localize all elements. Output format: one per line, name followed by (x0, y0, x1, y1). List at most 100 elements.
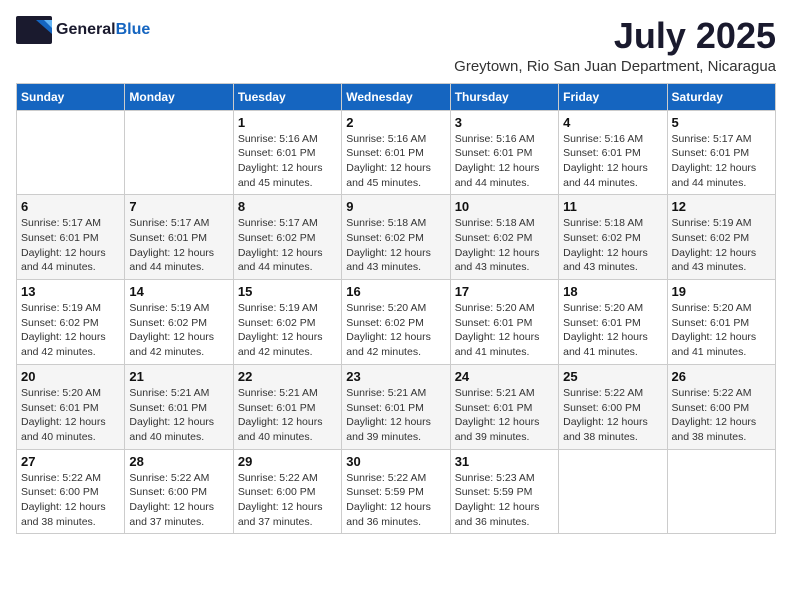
day-info: Sunrise: 5:22 AMSunset: 6:00 PMDaylight:… (563, 386, 662, 445)
day-info: Sunrise: 5:19 AMSunset: 6:02 PMDaylight:… (672, 216, 771, 275)
logo: GeneralBlue (16, 16, 150, 44)
calendar-day-cell (559, 449, 667, 534)
calendar-day-cell: 27Sunrise: 5:22 AMSunset: 6:00 PMDayligh… (17, 449, 125, 534)
day-number: 24 (455, 369, 554, 384)
calendar-day-cell: 30 Sunrise: 5:22 AMSunset: 5:59 PMDayligh… (342, 449, 450, 534)
logo-icon (16, 16, 52, 44)
calendar-day-cell: 17 Sunrise: 5:20 AMSunset: 6:01 PMDayligh… (450, 280, 558, 365)
calendar-day-cell (667, 449, 775, 534)
day-number: 7 (129, 199, 228, 214)
calendar-day-cell: 2 Sunrise: 5:16 AMSunset: 6:01 PMDaylight… (342, 110, 450, 195)
calendar-week-row: 20Sunrise: 5:20 AMSunset: 6:01 PMDayligh… (17, 364, 776, 449)
day-number: 2 (346, 115, 445, 130)
day-number: 9 (346, 199, 445, 214)
day-info: Sunrise: 5:20 AMSunset: 6:01 PMDaylight:… (672, 301, 771, 360)
day-info: Sunrise: 5:17 AMSunset: 6:02 PMDaylight:… (238, 216, 337, 275)
calendar-body: 1 Sunrise: 5:16 AMSunset: 6:01 PMDaylight… (17, 110, 776, 534)
day-number: 23 (346, 369, 445, 384)
day-info: Sunrise: 5:17 AMSunset: 6:01 PMDaylight:… (129, 216, 228, 275)
calendar-table: SundayMondayTuesdayWednesdayThursdayFrid… (16, 83, 776, 535)
calendar-day-cell: 23 Sunrise: 5:21 AMSunset: 6:01 PMDayligh… (342, 364, 450, 449)
calendar-day-cell: 20Sunrise: 5:20 AMSunset: 6:01 PMDayligh… (17, 364, 125, 449)
calendar-day-cell: 24 Sunrise: 5:21 AMSunset: 6:01 PMDayligh… (450, 364, 558, 449)
calendar-week-row: 6Sunrise: 5:17 AMSunset: 6:01 PMDaylight… (17, 195, 776, 280)
day-number: 26 (672, 369, 771, 384)
day-number: 20 (21, 369, 120, 384)
day-number: 16 (346, 284, 445, 299)
logo-general: General (56, 21, 116, 38)
day-info: Sunrise: 5:19 AMSunset: 6:02 PMDaylight:… (238, 301, 337, 360)
day-number: 22 (238, 369, 337, 384)
calendar-day-cell (125, 110, 233, 195)
day-number: 4 (563, 115, 662, 130)
day-number: 3 (455, 115, 554, 130)
calendar-day-cell: 9 Sunrise: 5:18 AMSunset: 6:02 PMDaylight… (342, 195, 450, 280)
calendar-day-cell: 4 Sunrise: 5:16 AMSunset: 6:01 PMDaylight… (559, 110, 667, 195)
day-number: 15 (238, 284, 337, 299)
day-number: 14 (129, 284, 228, 299)
day-info: Sunrise: 5:21 AMSunset: 6:01 PMDaylight:… (346, 386, 445, 445)
day-info: Sunrise: 5:16 AMSunset: 6:01 PMDaylight:… (346, 132, 445, 191)
calendar-day-cell: 22 Sunrise: 5:21 AMSunset: 6:01 PMDayligh… (233, 364, 341, 449)
day-info: Sunrise: 5:20 AMSunset: 6:01 PMDaylight:… (455, 301, 554, 360)
day-info: Sunrise: 5:22 AMSunset: 6:00 PMDaylight:… (238, 471, 337, 530)
day-number: 31 (455, 454, 554, 469)
calendar-day-cell: 10Sunrise: 5:18 AMSunset: 6:02 PMDayligh… (450, 195, 558, 280)
calendar-day-cell: 25 Sunrise: 5:22 AMSunset: 6:00 PMDayligh… (559, 364, 667, 449)
day-info: Sunrise: 5:22 AMSunset: 6:00 PMDaylight:… (21, 471, 120, 530)
day-info: Sunrise: 5:20 AMSunset: 6:02 PMDaylight:… (346, 301, 445, 360)
day-info: Sunrise: 5:17 AMSunset: 6:01 PMDaylight:… (21, 216, 120, 275)
calendar-day-header: Friday (559, 83, 667, 110)
calendar-day-header: Thursday (450, 83, 558, 110)
calendar-day-header: Saturday (667, 83, 775, 110)
day-number: 12 (672, 199, 771, 214)
day-info: Sunrise: 5:16 AMSunset: 6:01 PMDaylight:… (238, 132, 337, 191)
day-info: Sunrise: 5:16 AMSunset: 6:01 PMDaylight:… (455, 132, 554, 191)
calendar-day-cell: 6Sunrise: 5:17 AMSunset: 6:01 PMDaylight… (17, 195, 125, 280)
calendar-day-cell: 5Sunrise: 5:17 AMSunset: 6:01 PMDaylight… (667, 110, 775, 195)
calendar-day-cell: 28Sunrise: 5:22 AMSunset: 6:00 PMDayligh… (125, 449, 233, 534)
day-info: Sunrise: 5:19 AMSunset: 6:02 PMDaylight:… (21, 301, 120, 360)
calendar-day-cell: 15 Sunrise: 5:19 AMSunset: 6:02 PMDayligh… (233, 280, 341, 365)
day-number: 30 (346, 454, 445, 469)
day-number: 8 (238, 199, 337, 214)
calendar-day-cell: 21Sunrise: 5:21 AMSunset: 6:01 PMDayligh… (125, 364, 233, 449)
day-info: Sunrise: 5:17 AMSunset: 6:01 PMDaylight:… (672, 132, 771, 191)
day-info: Sunrise: 5:22 AMSunset: 6:00 PMDaylight:… (129, 471, 228, 530)
day-number: 21 (129, 369, 228, 384)
calendar-week-row: 1 Sunrise: 5:16 AMSunset: 6:01 PMDaylight… (17, 110, 776, 195)
calendar-day-cell: 3 Sunrise: 5:16 AMSunset: 6:01 PMDaylight… (450, 110, 558, 195)
day-info: Sunrise: 5:21 AMSunset: 6:01 PMDaylight:… (238, 386, 337, 445)
calendar-day-cell: 13Sunrise: 5:19 AMSunset: 6:02 PMDayligh… (17, 280, 125, 365)
calendar-day-cell: 26Sunrise: 5:22 AMSunset: 6:00 PMDayligh… (667, 364, 775, 449)
calendar-day-cell: 29Sunrise: 5:22 AMSunset: 6:00 PMDayligh… (233, 449, 341, 534)
calendar-day-header: Tuesday (233, 83, 341, 110)
calendar-day-cell (17, 110, 125, 195)
day-number: 1 (238, 115, 337, 130)
calendar-day-header: Monday (125, 83, 233, 110)
day-number: 19 (672, 284, 771, 299)
month-title: July 2025 (454, 16, 776, 56)
day-info: Sunrise: 5:22 AMSunset: 5:59 PMDaylight:… (346, 471, 445, 530)
day-number: 10 (455, 199, 554, 214)
title-block: July 2025 Greytown, Rio San Juan Departm… (454, 16, 776, 75)
calendar-day-cell: 7 Sunrise: 5:17 AMSunset: 6:01 PMDaylight… (125, 195, 233, 280)
day-info: Sunrise: 5:16 AMSunset: 6:01 PMDaylight:… (563, 132, 662, 191)
day-info: Sunrise: 5:20 AMSunset: 6:01 PMDaylight:… (563, 301, 662, 360)
calendar-day-cell: 18 Sunrise: 5:20 AMSunset: 6:01 PMDayligh… (559, 280, 667, 365)
day-info: Sunrise: 5:18 AMSunset: 6:02 PMDaylight:… (563, 216, 662, 275)
day-info: Sunrise: 5:18 AMSunset: 6:02 PMDaylight:… (346, 216, 445, 275)
day-info: Sunrise: 5:21 AMSunset: 6:01 PMDaylight:… (455, 386, 554, 445)
calendar-day-cell: 12 Sunrise: 5:19 AMSunset: 6:02 PMDayligh… (667, 195, 775, 280)
calendar-week-row: 27Sunrise: 5:22 AMSunset: 6:00 PMDayligh… (17, 449, 776, 534)
day-number: 18 (563, 284, 662, 299)
calendar-header-row: SundayMondayTuesdayWednesdayThursdayFrid… (17, 83, 776, 110)
calendar-day-cell: 11 Sunrise: 5:18 AMSunset: 6:02 PMDayligh… (559, 195, 667, 280)
calendar-day-header: Sunday (17, 83, 125, 110)
day-number: 25 (563, 369, 662, 384)
calendar-day-cell: 19 Sunrise: 5:20 AMSunset: 6:01 PMDayligh… (667, 280, 775, 365)
calendar-day-cell: 31Sunrise: 5:23 AMSunset: 5:59 PMDayligh… (450, 449, 558, 534)
day-number: 17 (455, 284, 554, 299)
day-number: 11 (563, 199, 662, 214)
day-info: Sunrise: 5:19 AMSunset: 6:02 PMDaylight:… (129, 301, 228, 360)
